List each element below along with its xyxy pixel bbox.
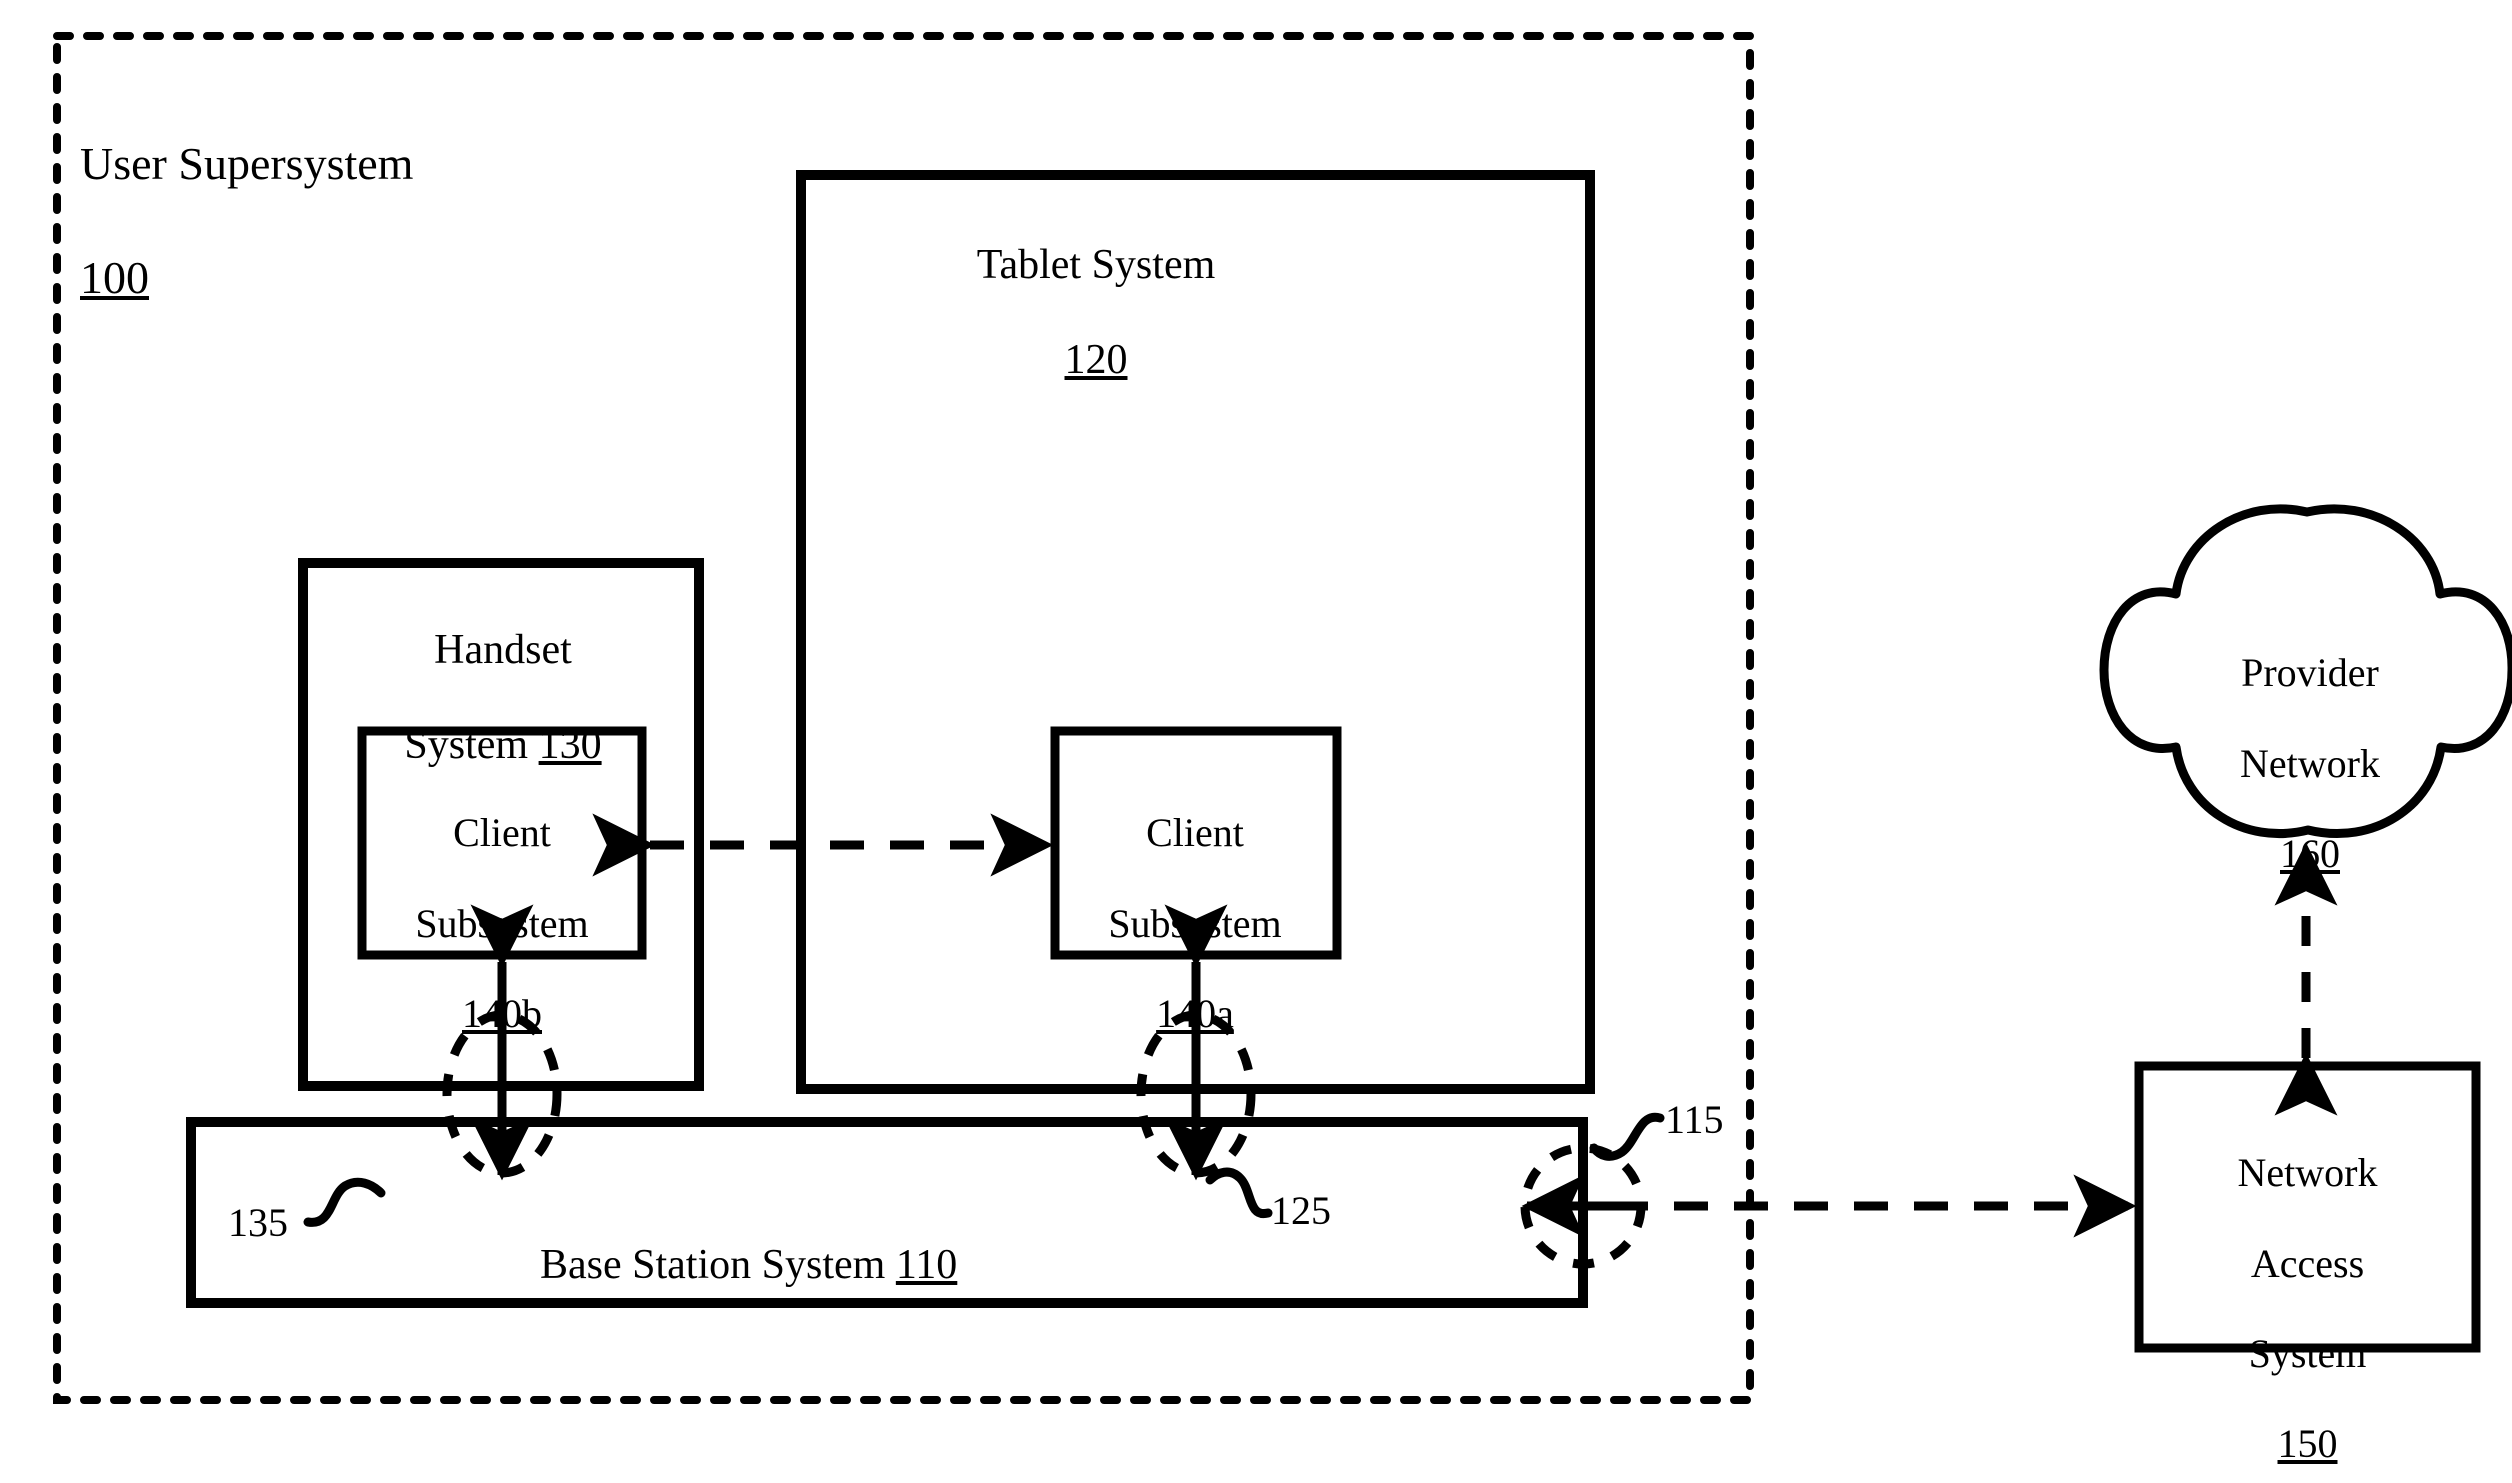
client-subsystem-140b-label: Client Subsystem 140b [368,765,636,1036]
interface-135-ellipse [442,1010,562,1178]
client-subsystem-140b-line1: Client [453,810,551,856]
provider-network-line2: Network [2240,740,2380,786]
handset-system-title: Handset [434,627,572,674]
client-subsystem-140a-ref: 140a [1156,990,1234,1036]
tablet-system-ref: 120 [1064,337,1128,384]
client-subsystem-140b-line2: Subsystem [415,900,589,946]
leader-125 [1205,1167,1273,1218]
tablet-system-label: Tablet System 120 [866,195,1326,385]
leader-115 [1589,1112,1665,1161]
user-supersystem-ref: 100 [80,252,149,304]
base-station-system-ref: 110 [895,1242,958,1289]
client-subsystem-140b-ref: 140b [462,990,542,1036]
leader-135 [303,1177,386,1227]
tablet-system-title: Tablet System [976,242,1216,289]
provider-network-ref: 160 [2280,830,2340,876]
client-subsystem-140a-line2: Subsystem [1108,900,1282,946]
network-access-system-ref: 150 [2277,1421,2338,1467]
base-station-system-title: Base Station System [540,1242,896,1289]
handset-system-title-2: System [404,722,539,769]
handset-system-ref: 130 [538,722,602,769]
user-supersystem-title: User Supersystem [80,138,414,190]
client-subsystem-140a-label: Client Subsystem 140a [1061,765,1329,1036]
reference-marker-125: 125 [1271,1188,1331,1233]
client-subsystem-140a-line1: Client [1146,810,1244,856]
network-access-system-line1: Network [2237,1150,2378,1196]
handset-system-label: Handset System 130 [328,580,678,770]
patent-figure: User Supersystem 100 Tablet System 120 H… [0,0,2512,1483]
reference-marker-135: 135 [228,1200,288,1245]
interface-125-ellipse [1136,1010,1256,1178]
interface-115-circle [1520,1143,1646,1269]
network-access-system-label: Network Access System 150 [2165,1105,2450,1467]
network-access-system-line3: System [2248,1330,2367,1376]
provider-network-label: Provider Network 160 [2170,605,2450,876]
base-station-system-label: Base Station System 110 [540,1195,1100,1290]
provider-network-line1: Provider [2241,650,2379,696]
reference-marker-115: 115 [1665,1097,1724,1142]
user-supersystem-label: User Supersystem 100 [80,78,540,306]
network-access-system-line2: Access [2250,1240,2365,1286]
